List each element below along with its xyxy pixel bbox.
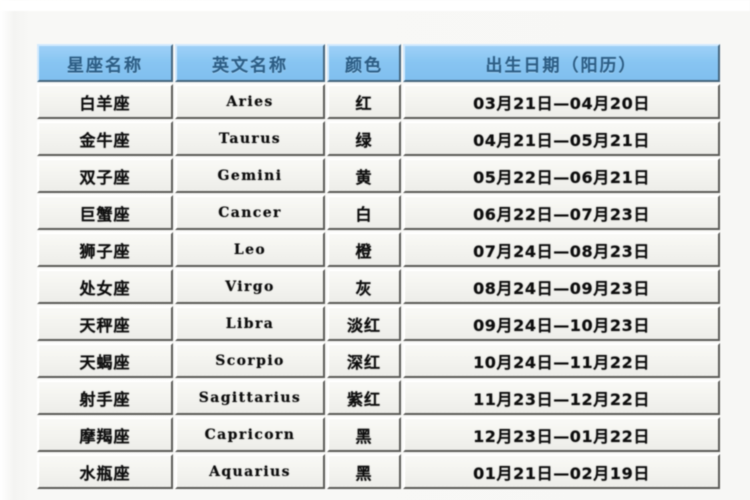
table-row: 处女座 Virgo 灰 08月24日—09月23日 xyxy=(37,269,720,304)
table-row: 水瓶座 Aquarius 黑 01月21日—02月19日 xyxy=(37,454,720,489)
column-header-color: 颜色 xyxy=(327,44,401,82)
cropped-top-text: ··· ·· ···· xyxy=(330,0,508,8)
cell-date: 03月21日—04月20日 xyxy=(403,84,720,119)
cell-en: Sagittarius xyxy=(175,380,325,415)
cell-name: 双子座 xyxy=(37,158,173,193)
cell-date: 08月24日—09月23日 xyxy=(403,269,720,304)
cell-color: 黑 xyxy=(327,417,401,452)
cell-color: 黄 xyxy=(327,158,401,193)
table-row: 射手座 Sagittarius 紫红 11月23日—12月22日 xyxy=(37,380,720,415)
column-header-sign-name: 星座名称 xyxy=(37,44,173,82)
cell-date: 10月24日—11月22日 xyxy=(403,343,720,378)
table-header: 星座名称 英文名称 颜色 出生日期（阳历） xyxy=(37,44,720,82)
cell-name: 天蝎座 xyxy=(37,343,173,378)
cell-en: Scorpio xyxy=(175,343,325,378)
cell-date: 07月24日—08月23日 xyxy=(403,232,720,267)
cell-name: 天秤座 xyxy=(37,306,173,341)
table-row: 金牛座 Taurus 绿 04月21日—05月21日 xyxy=(37,121,720,156)
cell-en: Gemini xyxy=(175,158,325,193)
cell-color: 绿 xyxy=(327,121,401,156)
cell-color: 灰 xyxy=(327,269,401,304)
cell-en: Virgo xyxy=(175,269,325,304)
table-row: 狮子座 Leo 橙 07月24日—08月23日 xyxy=(37,232,720,267)
table-row: 白羊座 Aries 红 03月21日—04月20日 xyxy=(37,84,720,119)
zodiac-sign-reference-table: 星座名称 英文名称 颜色 出生日期（阳历） 白羊座 Aries 红 03月21日—04… xyxy=(35,42,722,491)
table-header-row: 星座名称 英文名称 颜色 出生日期（阳历） xyxy=(37,44,720,82)
cell-en: Taurus xyxy=(175,121,325,156)
cell-color: 橙 xyxy=(327,232,401,267)
cell-name: 摩羯座 xyxy=(37,417,173,452)
cell-date: 01月21日—02月19日 xyxy=(403,454,720,489)
table-row: 天秤座 Libra 淡红 09月24日—10月23日 xyxy=(37,306,720,341)
cell-date: 12月23日—01月22日 xyxy=(403,417,720,452)
cell-name: 射手座 xyxy=(37,380,173,415)
table-row: 摩羯座 Capricorn 黑 12月23日—01月22日 xyxy=(37,417,720,452)
cell-en: Cancer xyxy=(175,195,325,230)
cell-color: 黑 xyxy=(327,454,401,489)
cell-name: 巨蟹座 xyxy=(37,195,173,230)
cell-name: 狮子座 xyxy=(37,232,173,267)
cell-color: 红 xyxy=(327,84,401,119)
cell-color: 淡红 xyxy=(327,306,401,341)
table-row: 巨蟹座 Cancer 白 06月22日—07月23日 xyxy=(37,195,720,230)
column-header-birth-date: 出生日期（阳历） xyxy=(403,44,720,82)
cell-color: 白 xyxy=(327,195,401,230)
cell-en: Capricorn xyxy=(175,417,325,452)
cell-date: 04月21日—05月21日 xyxy=(403,121,720,156)
cell-color: 紫红 xyxy=(327,380,401,415)
cell-name: 白羊座 xyxy=(37,84,173,119)
cell-en: Aries xyxy=(175,84,325,119)
cell-en: Aquarius xyxy=(175,454,325,489)
cell-color: 深红 xyxy=(327,343,401,378)
table-row: 双子座 Gemini 黄 05月22日—06月21日 xyxy=(37,158,720,193)
cell-date: 05月22日—06月21日 xyxy=(403,158,720,193)
table-body: 白羊座 Aries 红 03月21日—04月20日 金牛座 Taurus 绿 04月21日—0… xyxy=(37,84,720,489)
cell-en: Libra xyxy=(175,306,325,341)
cell-name: 处女座 xyxy=(37,269,173,304)
cell-name: 金牛座 xyxy=(37,121,173,156)
content-blur-layer: ··· ·· ···· 星座名称 英文名称 颜色 出生日期（阳历） 白羊座 Ari… xyxy=(0,0,750,500)
cell-date: 11月23日—12月22日 xyxy=(403,380,720,415)
table-row: 天蝎座 Scorpio 深红 10月24日—11月22日 xyxy=(37,343,720,378)
column-header-english-name: 英文名称 xyxy=(175,44,325,82)
cell-date: 09月24日—10月23日 xyxy=(403,306,720,341)
cell-name: 水瓶座 xyxy=(37,454,173,489)
cell-date: 06月22日—07月23日 xyxy=(403,195,720,230)
cropped-top-text-sliver: ··· ·· ···· xyxy=(0,0,750,11)
cell-en: Leo xyxy=(175,232,325,267)
